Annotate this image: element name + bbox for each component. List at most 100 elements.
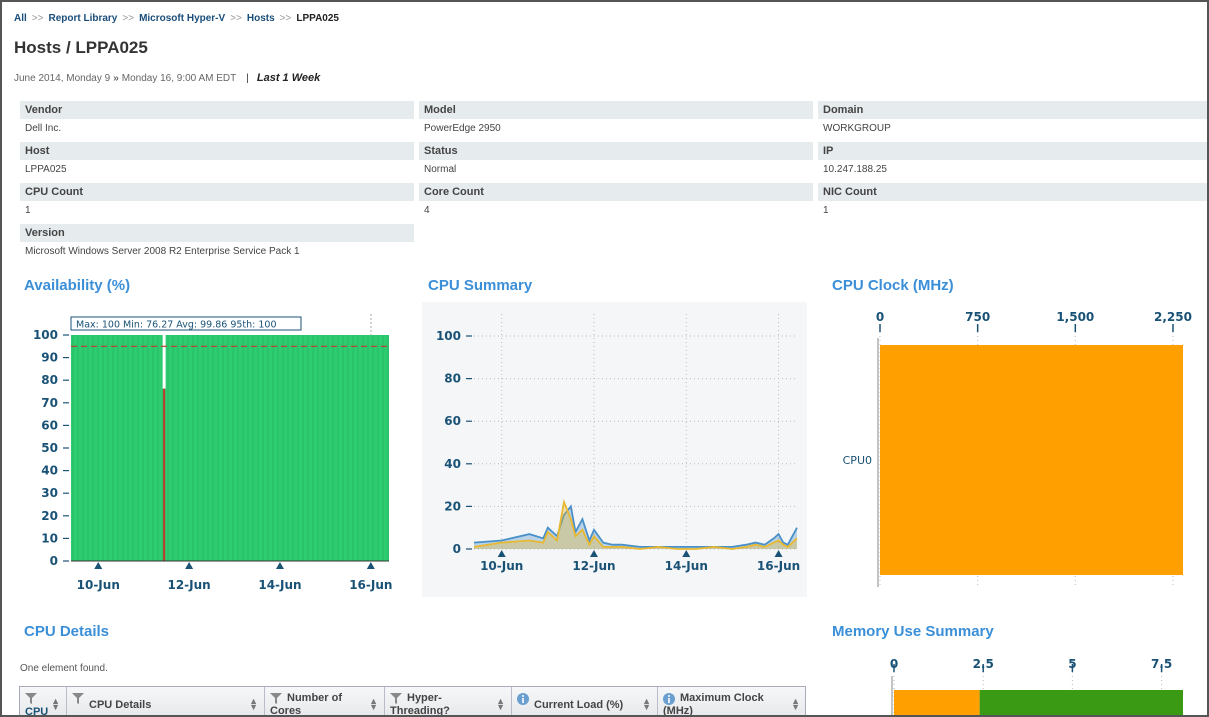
section-title-cpu-summary: CPU Summary [428,277,533,294]
section-title-cpu-details: CPU Details [24,623,110,640]
x-tick-label: 2.5 [973,657,994,671]
y-tick-label: 90 [41,351,58,365]
y-tick-label: 50 [41,441,58,455]
property-cpu-count: CPU Count 1 [20,183,414,221]
chart-background [422,302,807,597]
property-value: 1 [823,205,829,216]
sort-icon[interactable]: ▲ ▼ [249,697,258,712]
property-label: Host [20,142,414,160]
x-tick-label: 0 [876,310,884,324]
column-header-maximum-clock[interactable]: Maximum Clock (MHz) ▲ ▼ [658,687,806,715]
breadcrumb-link-all[interactable]: All [14,13,27,24]
property-label: Version [20,224,414,242]
y-tick-label: 60 [444,414,461,428]
x-tick-label: 10-Jun [480,559,523,573]
cpu-clock-chart: 0 750 1,500 2,250 CPU0 [843,310,1192,587]
breadcrumb: All >> Report Library >> Microsoft Hyper-V >>… [14,13,339,24]
x-tick-label: 10-Jun [77,578,120,592]
y-tick-label: 100 [436,329,461,343]
bar-segment-free [979,690,1183,715]
date-range: June 2014, Monday 9» Monday 16, 9:00 AM E… [14,72,320,84]
property-nic-count: NIC Count 1 [818,183,1207,221]
y-tick-label: 60 [41,418,58,432]
y-tick-label: 40 [41,464,58,478]
breadcrumb-separator: >> [230,13,242,24]
x-tick-label: 5 [1068,657,1076,671]
date-range-end[interactable]: Monday 16, 9:00 AM EDT [122,73,237,84]
property-label: Core Count [419,183,813,201]
x-tick-label: 14-Jun [665,559,708,573]
property-label: Domain [818,101,1207,119]
property-value: WORKGROUP [823,123,891,134]
column-label: Current Load (%) [534,699,624,711]
property-label: CPU Count [20,183,414,201]
x-tick-label: 7.5 [1151,657,1172,671]
breadcrumb-link-report-library[interactable]: Report Library [48,13,117,24]
breadcrumb-separator: >> [122,13,135,24]
property-label: NIC Count [818,183,1207,201]
sort-icon[interactable]: ▲ ▼ [791,697,800,712]
y-tick-label: 30 [41,486,58,500]
y-tick-label: 20 [41,509,58,523]
property-value: LPPA025 [25,164,67,175]
x-tick-label: 0 [890,657,898,671]
y-tick-label: 80 [444,372,461,386]
date-range-start[interactable]: June 2014, Monday 9 [14,73,110,84]
x-tick-marker [366,562,375,569]
breadcrumb-link-hyperv[interactable]: Microsoft Hyper-V [139,13,225,24]
property-value: PowerEdge 2950 [424,123,501,134]
y-tick-label: 10 [41,531,58,545]
stats-text: Max: 100 Min: 76.27 Avg: 99.86 95th: 100 [76,320,277,331]
period-selector[interactable]: Last 1 Week [257,72,320,84]
property-host: Host LPPA025 [20,142,414,180]
cpu-details-table: CPU ▲ ▼ CPU Details ▲ ▼ Number of Cores ▲ ▼… [19,686,806,717]
column-header-cpu[interactable]: CPU ▲ ▼ [20,687,67,717]
property-value: 1 [25,205,31,216]
column-header-cpu-details[interactable]: CPU Details ▲ ▼ [67,687,265,715]
section-title-cpu-clock: CPU Clock (MHz) [832,277,954,294]
availability-chart: 0 10 20 30 40 50 60 70 80 90 100 Max: 100 Min: 76.2… [33,314,392,592]
breadcrumb-separator: >> [279,13,292,24]
property-model: Model PowerEdge 2950 [419,101,813,139]
property-value: 4 [424,205,430,216]
page-title: Hosts / LPPA025 [14,38,148,57]
x-tick-marker [275,562,284,569]
property-status: Status Normal [419,142,813,180]
property-version: Version Microsoft Windows Server 2008 R2… [20,224,414,262]
breadcrumb-link-hosts[interactable]: Hosts [247,13,275,24]
filter-icon[interactable] [25,693,37,707]
property-domain: Domain WORKGROUP [818,101,1207,139]
sort-icon[interactable]: ▲ ▼ [51,697,60,712]
column-header-number-of-cores[interactable]: Number of Cores ▲ ▼ [265,687,385,717]
filter-icon[interactable] [72,693,84,707]
sort-icon[interactable]: ▲ ▼ [496,697,505,712]
breadcrumb-current: LPPA025 [296,13,339,24]
property-ip: IP 10.247.188.25 [818,142,1207,180]
sort-icon[interactable]: ▲ ▼ [369,697,378,712]
column-header-hyper-threading[interactable]: Hyper- Threading? ▲ ▼ [385,687,512,717]
x-tick-label: 1,500 [1056,310,1094,324]
bar-cpu0 [880,345,1183,575]
x-tick-label: 2,250 [1154,310,1192,324]
column-label: Hyper- Threading? [390,692,450,717]
section-title-availability: Availability (%) [24,277,131,294]
section-title-memory: Memory Use Summary [832,623,994,640]
property-label: Status [419,142,813,160]
category-label: CPU0 [843,454,872,467]
y-tick-label: 20 [444,499,461,513]
report-frame: All >> Report Library >> Microsoft Hyper-V >>… [0,0,1209,717]
x-tick-label: 12-Jun [572,559,615,573]
column-label: CPU [25,706,49,717]
property-core-count: Core Count 4 [419,183,813,221]
column-label: CPU Details [89,699,152,711]
bar-segment-used [894,690,980,715]
sort-icon[interactable]: ▲ ▼ [642,697,651,712]
property-value: Microsoft Windows Server 2008 R2 Enterpr… [25,246,300,257]
y-tick-label: 80 [41,373,58,387]
info-icon[interactable] [517,693,529,708]
column-label: Number of Cores [270,692,342,717]
y-tick-label: 70 [41,396,58,410]
x-tick-marker [185,562,194,569]
cpu-summary-chart: 0 20 40 60 80 100 10-Jun 12-Jun 14-Jun 16-Jun [422,302,807,597]
column-header-current-load[interactable]: Current Load (%) ▲ ▼ [512,687,658,715]
